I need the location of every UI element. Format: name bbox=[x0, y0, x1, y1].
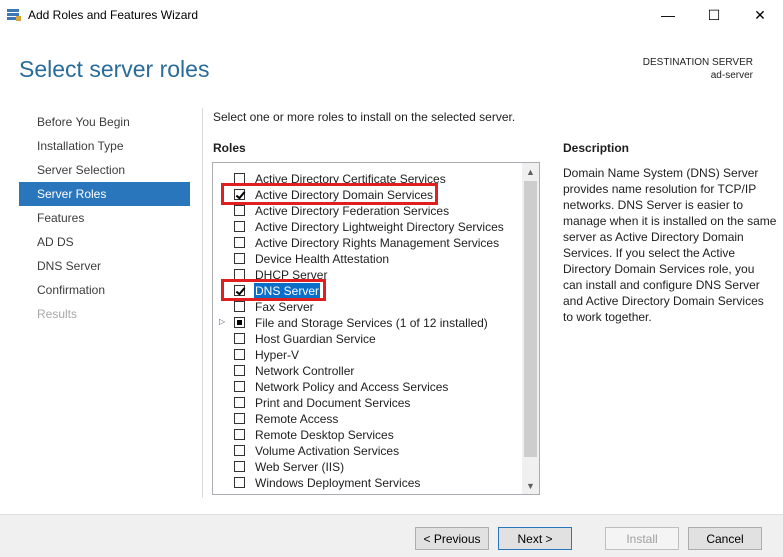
description-label: Description bbox=[563, 141, 630, 155]
nav-item-server-roles[interactable]: Server Roles bbox=[19, 182, 190, 206]
nav-item-server-selection[interactable]: Server Selection bbox=[19, 158, 190, 182]
role-checkbox[interactable] bbox=[234, 365, 245, 376]
minimize-button[interactable]: — bbox=[645, 0, 691, 30]
role-item[interactable]: ▷ File and Storage Services (1 of 12 inst… bbox=[213, 315, 519, 331]
description-text: Domain Name System (DNS) Server provides… bbox=[563, 166, 777, 324]
role-label: Volume Activation Services bbox=[255, 444, 400, 458]
role-item[interactable]: Fax Server bbox=[213, 299, 519, 315]
role-item[interactable]: Web Server (IIS) bbox=[213, 459, 519, 475]
role-checkbox[interactable] bbox=[234, 381, 245, 392]
role-item[interactable]: Network Controller bbox=[213, 363, 519, 379]
cancel-button[interactable]: Cancel bbox=[688, 527, 762, 550]
close-button[interactable]: ✕ bbox=[737, 0, 783, 30]
nav-item-installation-type[interactable]: Installation Type bbox=[19, 134, 190, 158]
role-label: Web Server (IIS) bbox=[255, 460, 345, 474]
role-checkbox[interactable] bbox=[234, 221, 245, 232]
roles-scrollbar[interactable]: ▲ ▼ bbox=[522, 163, 539, 494]
roles-label: Roles bbox=[213, 141, 246, 155]
annotation-highlight-dns bbox=[221, 279, 326, 301]
role-item[interactable]: Network Policy and Access Services bbox=[213, 379, 519, 395]
role-item[interactable]: Volume Activation Services bbox=[213, 443, 519, 459]
role-item[interactable]: Windows Deployment Services bbox=[213, 475, 519, 491]
roles-list[interactable]: Windows Deployment Services Web Server (I… bbox=[212, 162, 540, 495]
role-label: File and Storage Services (1 of 12 insta… bbox=[255, 316, 488, 330]
role-item[interactable]: Active Directory Lightweight Directory S… bbox=[213, 219, 519, 235]
role-label: Active Directory Federation Services bbox=[255, 204, 450, 218]
role-item[interactable]: Active Directory Federation Services bbox=[213, 203, 519, 219]
role-checkbox[interactable] bbox=[234, 253, 245, 264]
previous-button[interactable]: < Previous bbox=[415, 527, 489, 550]
role-checkbox[interactable] bbox=[234, 317, 245, 328]
role-checkbox[interactable] bbox=[234, 333, 245, 344]
role-label: Remote Desktop Services bbox=[255, 428, 394, 442]
role-checkbox[interactable] bbox=[234, 205, 245, 216]
nav-item-confirmation[interactable]: Confirmation bbox=[19, 278, 190, 302]
role-label: Device Health Attestation bbox=[255, 252, 390, 266]
role-item[interactable]: Remote Access bbox=[213, 411, 519, 427]
nav-item-dns-server[interactable]: DNS Server bbox=[19, 254, 190, 278]
install-button[interactable]: Install bbox=[605, 527, 679, 550]
role-checkbox[interactable] bbox=[234, 301, 245, 312]
nav-item-before-you-begin[interactable]: Before You Begin bbox=[19, 110, 190, 134]
role-label: Active Directory Lightweight Directory S… bbox=[255, 220, 504, 234]
window-title: Add Roles and Features Wizard bbox=[28, 8, 199, 22]
role-item[interactable]: Host Guardian Service bbox=[213, 331, 519, 347]
role-checkbox[interactable] bbox=[234, 477, 245, 488]
role-label: Windows Deployment Services bbox=[255, 476, 421, 490]
role-label: Remote Access bbox=[255, 412, 339, 426]
scroll-up-icon[interactable]: ▲ bbox=[522, 163, 539, 180]
role-item[interactable]: Device Health Attestation bbox=[213, 251, 519, 267]
role-label: Hyper-V bbox=[255, 348, 300, 362]
server-manager-icon bbox=[7, 9, 21, 21]
nav-divider bbox=[202, 108, 203, 498]
role-item[interactable]: Remote Desktop Services bbox=[213, 427, 519, 443]
title-bar: Add Roles and Features Wizard — ☐ ✕ bbox=[0, 0, 783, 30]
role-checkbox[interactable] bbox=[234, 237, 245, 248]
page-title: Select server roles bbox=[19, 56, 210, 82]
role-label: Host Guardian Service bbox=[255, 332, 376, 346]
role-label: Print and Document Services bbox=[255, 396, 411, 410]
scroll-down-icon[interactable]: ▼ bbox=[522, 477, 539, 494]
role-label: Fax Server bbox=[255, 300, 314, 314]
annotation-highlight-ad-ds bbox=[221, 183, 438, 205]
intro-text: Select one or more roles to install on t… bbox=[213, 110, 516, 124]
role-checkbox[interactable] bbox=[234, 349, 245, 360]
wizard-nav: Before You Begin Installation Type Server … bbox=[19, 110, 190, 326]
role-checkbox[interactable] bbox=[234, 445, 245, 456]
destination-server-label: DESTINATION SERVER bbox=[642, 57, 753, 68]
footer: < Previous Next > Install Cancel bbox=[0, 514, 783, 557]
scroll-thumb[interactable] bbox=[524, 181, 537, 457]
role-label: Network Policy and Access Services bbox=[255, 380, 449, 394]
nav-item-results: Results bbox=[37, 307, 78, 321]
role-label: Active Directory Rights Management Servi… bbox=[255, 236, 500, 250]
role-checkbox[interactable] bbox=[234, 429, 245, 440]
nav-item-features[interactable]: Features bbox=[19, 206, 190, 230]
role-checkbox[interactable] bbox=[234, 413, 245, 424]
destination-server-info: DESTINATION SERVER ad-server bbox=[643, 56, 753, 82]
nav-item-ad-ds[interactable]: AD DS bbox=[19, 230, 190, 254]
maximize-button[interactable]: ☐ bbox=[691, 0, 737, 30]
role-item[interactable]: Print and Document Services bbox=[213, 395, 519, 411]
role-item[interactable]: Active Directory Rights Management Servi… bbox=[213, 235, 519, 251]
role-checkbox[interactable] bbox=[234, 461, 245, 472]
role-label: Network Controller bbox=[255, 364, 355, 378]
next-button[interactable]: Next > bbox=[498, 527, 572, 550]
role-checkbox[interactable] bbox=[234, 397, 245, 408]
expand-arrow-icon[interactable]: ▷ bbox=[219, 317, 225, 326]
destination-server-name: ad-server bbox=[710, 70, 753, 81]
role-item[interactable]: Hyper-V bbox=[213, 347, 519, 363]
